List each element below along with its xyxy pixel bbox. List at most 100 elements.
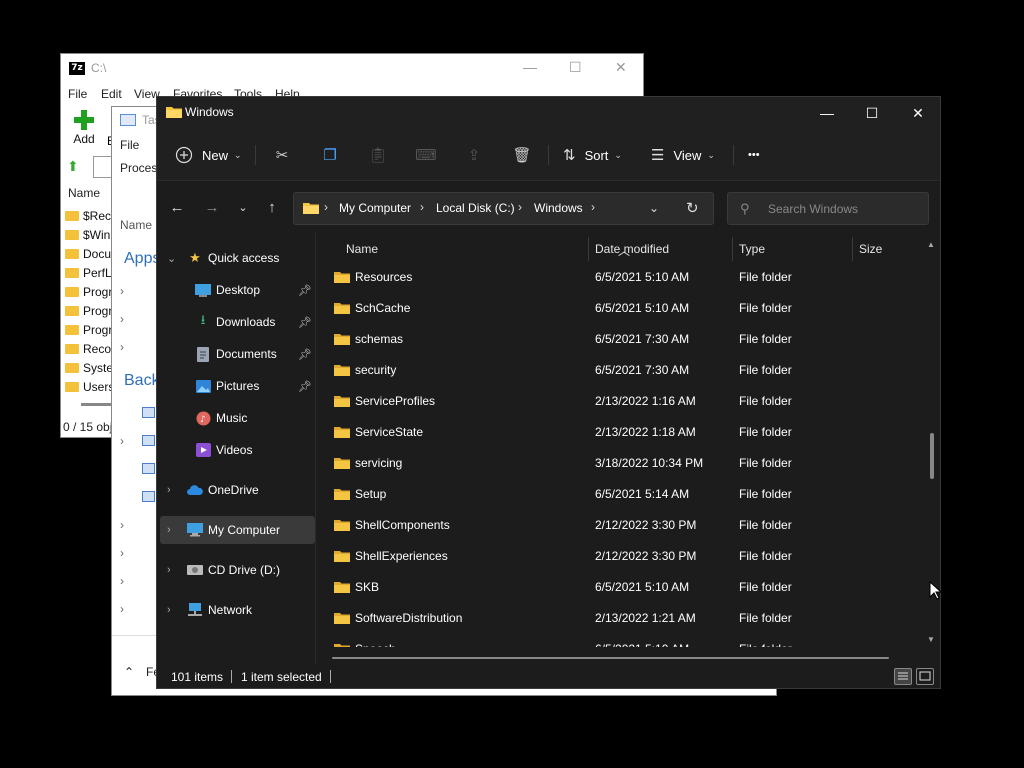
list-item[interactable]: Progr bbox=[65, 282, 117, 301]
details-view-button[interactable] bbox=[894, 668, 912, 685]
chevron-down-icon[interactable]: ⌄ bbox=[167, 252, 176, 265]
tab-processes[interactable]: Proces bbox=[120, 161, 157, 175]
maximize-button[interactable]: ☐ bbox=[849, 97, 895, 129]
cut-icon[interactable]: ✂ bbox=[270, 143, 294, 167]
list-item[interactable]: Users bbox=[65, 377, 117, 396]
pin-icon[interactable]: 📌︎ bbox=[298, 380, 312, 393]
sidebar-item-music[interactable]: ♪ Music bbox=[157, 404, 315, 432]
column-header-name[interactable]: Name bbox=[346, 242, 378, 256]
horizontal-scrollbar-thumb[interactable] bbox=[332, 657, 889, 659]
list-item[interactable]: Reco bbox=[65, 339, 117, 358]
sidebar-item-network[interactable]: › Network bbox=[157, 596, 315, 624]
address-bar[interactable]: › My Computer › Local Disk (C:) › Window… bbox=[293, 192, 714, 225]
explorer-titlebar[interactable]: Windows — ☐ ✕ bbox=[157, 97, 940, 129]
sort-button[interactable]: ⇅ Sort ⌄ bbox=[563, 141, 622, 169]
chevron-right-icon[interactable]: › bbox=[167, 564, 171, 576]
minimize-button[interactable]: — bbox=[804, 97, 850, 129]
scroll-down-arrow-icon[interactable]: ▼ bbox=[927, 635, 935, 644]
breadcrumb-windows[interactable]: Windows bbox=[534, 201, 583, 215]
chevron-right-icon[interactable]: › bbox=[120, 312, 124, 326]
divider[interactable] bbox=[852, 237, 853, 261]
delete-icon[interactable]: 🗑︎ bbox=[510, 143, 534, 167]
table-row[interactable]: ServiceProfiles 2/13/2022 1:16 AM File fol… bbox=[316, 386, 928, 417]
sidebar-item-cd-drive[interactable]: › CD Drive (D:) bbox=[157, 556, 315, 584]
table-row[interactable]: servicing 3/18/2022 10:34 PM File folder bbox=[316, 448, 928, 479]
back-arrow-icon[interactable]: ← bbox=[167, 197, 187, 217]
table-row[interactable]: ServiceState 2/13/2022 1:18 AM File folder bbox=[316, 417, 928, 448]
pin-icon[interactable]: 📌︎ bbox=[298, 284, 312, 297]
sidebar-item-onedrive[interactable]: › OneDrive bbox=[157, 476, 315, 504]
column-header-size[interactable]: Size bbox=[859, 242, 882, 256]
chevron-right-icon[interactable]: › bbox=[518, 200, 522, 214]
view-button[interactable]: ☰ View ⌄ bbox=[651, 141, 715, 169]
vertical-scrollbar-thumb[interactable] bbox=[930, 433, 934, 479]
up-arrow-icon[interactable]: ↑ bbox=[262, 197, 282, 217]
7zip-minimize-button[interactable]: — bbox=[523, 59, 537, 75]
sidebar-item-videos[interactable]: Videos bbox=[157, 436, 315, 464]
table-row[interactable]: ShellExperiences 2/12/2022 3:30 PM File fo… bbox=[316, 541, 928, 572]
paste-icon[interactable]: 📋︎ bbox=[366, 143, 390, 167]
copy-icon[interactable]: ❐ bbox=[318, 143, 342, 167]
sidebar-item-pictures[interactable]: Pictures 📌︎ bbox=[157, 372, 315, 400]
list-item[interactable]: $Win bbox=[65, 225, 117, 244]
forward-arrow-icon[interactable]: → bbox=[202, 197, 222, 217]
table-row[interactable]: Resources 6/5/2021 5:10 AM File folder bbox=[316, 262, 928, 293]
more-button[interactable]: ••• bbox=[748, 141, 760, 169]
sidebar-item-desktop[interactable]: Desktop 📌︎ bbox=[157, 276, 315, 304]
column-header-type[interactable]: Type bbox=[739, 242, 765, 256]
breadcrumb-my-computer[interactable]: My Computer bbox=[339, 201, 411, 215]
chevron-right-icon[interactable]: › bbox=[167, 524, 171, 536]
column-header-date[interactable]: Date modified bbox=[595, 242, 669, 256]
refresh-icon[interactable]: ↻ bbox=[686, 199, 699, 217]
up-arrow-icon[interactable]: ⬆ bbox=[67, 158, 83, 174]
chevron-right-icon[interactable]: › bbox=[420, 200, 424, 214]
list-item[interactable]: Syste bbox=[65, 358, 117, 377]
chevron-right-icon[interactable]: › bbox=[591, 200, 595, 214]
7zip-add-button[interactable]: Add bbox=[69, 110, 99, 148]
rename-icon[interactable]: ⌨︎ bbox=[414, 143, 438, 167]
chevron-right-icon[interactable]: › bbox=[120, 546, 124, 560]
table-row[interactable]: Setup 6/5/2021 5:14 AM File folder bbox=[316, 479, 928, 510]
sidebar-item-quick-access[interactable]: ⌄ ★ Quick access bbox=[157, 244, 315, 272]
chevron-right-icon[interactable]: › bbox=[120, 574, 124, 588]
scroll-up-arrow-icon[interactable]: ▲ bbox=[927, 240, 935, 249]
chevron-up-icon[interactable]: ⌃ bbox=[124, 665, 134, 679]
close-button[interactable]: ✕ bbox=[895, 97, 941, 129]
chevron-right-icon[interactable]: › bbox=[120, 284, 124, 298]
chevron-down-icon[interactable]: ⌄ bbox=[233, 197, 253, 217]
breadcrumb-local-disk[interactable]: Local Disk (C:) bbox=[436, 201, 515, 215]
taskmanager-name-header[interactable]: Name bbox=[120, 218, 152, 232]
chevron-right-icon[interactable]: › bbox=[120, 518, 124, 532]
pin-icon[interactable]: 📌︎ bbox=[298, 348, 312, 361]
new-button[interactable]: New ⌄ bbox=[175, 141, 242, 169]
table-row[interactable]: security 6/5/2021 7:30 AM File folder bbox=[316, 355, 928, 386]
list-item[interactable]: $Recy bbox=[65, 206, 117, 225]
divider[interactable] bbox=[732, 237, 733, 261]
chevron-right-icon[interactable]: › bbox=[167, 484, 171, 496]
tiles-view-button[interactable] bbox=[916, 668, 934, 685]
share-icon[interactable]: ⇪ bbox=[462, 143, 486, 167]
sidebar-item-documents[interactable]: Documents 📌︎ bbox=[157, 340, 315, 368]
search-input[interactable]: ⚲ Search Windows bbox=[727, 192, 929, 225]
list-item[interactable]: Progr bbox=[65, 301, 117, 320]
chevron-right-icon[interactable]: › bbox=[120, 434, 124, 448]
taskmanager-menu-file[interactable]: File bbox=[120, 138, 139, 152]
7zip-maximize-button[interactable]: ☐ bbox=[569, 59, 582, 76]
table-row[interactable]: schemas 6/5/2021 7:30 AM File folder bbox=[316, 324, 928, 355]
chevron-right-icon[interactable]: › bbox=[120, 602, 124, 616]
7zip-close-button[interactable]: ✕ bbox=[615, 59, 627, 76]
chevron-down-icon[interactable]: ⌄ bbox=[649, 201, 659, 215]
table-row[interactable]: SoftwareDistribution 2/13/2022 1:21 AM Fil… bbox=[316, 603, 928, 634]
table-row[interactable]: Speech 6/5/2021 5:10 AM File folder bbox=[316, 634, 928, 647]
sidebar-item-my-computer[interactable]: › My Computer bbox=[160, 516, 315, 544]
list-item[interactable]: Progr bbox=[65, 320, 117, 339]
7zip-menu-edit[interactable]: Edit bbox=[101, 87, 122, 101]
7zip-menu-file[interactable]: File bbox=[68, 87, 87, 101]
table-row[interactable]: ShellComponents 2/12/2022 3:30 PM File fol… bbox=[316, 510, 928, 541]
chevron-right-icon[interactable]: › bbox=[120, 340, 124, 354]
sidebar-item-downloads[interactable]: ⭳ Downloads 📌︎ bbox=[157, 308, 315, 336]
divider[interactable] bbox=[588, 237, 589, 261]
table-row[interactable]: SchCache 6/5/2021 5:10 AM File folder bbox=[316, 293, 928, 324]
chevron-right-icon[interactable]: › bbox=[324, 200, 328, 214]
list-item[interactable]: Docu bbox=[65, 244, 117, 263]
